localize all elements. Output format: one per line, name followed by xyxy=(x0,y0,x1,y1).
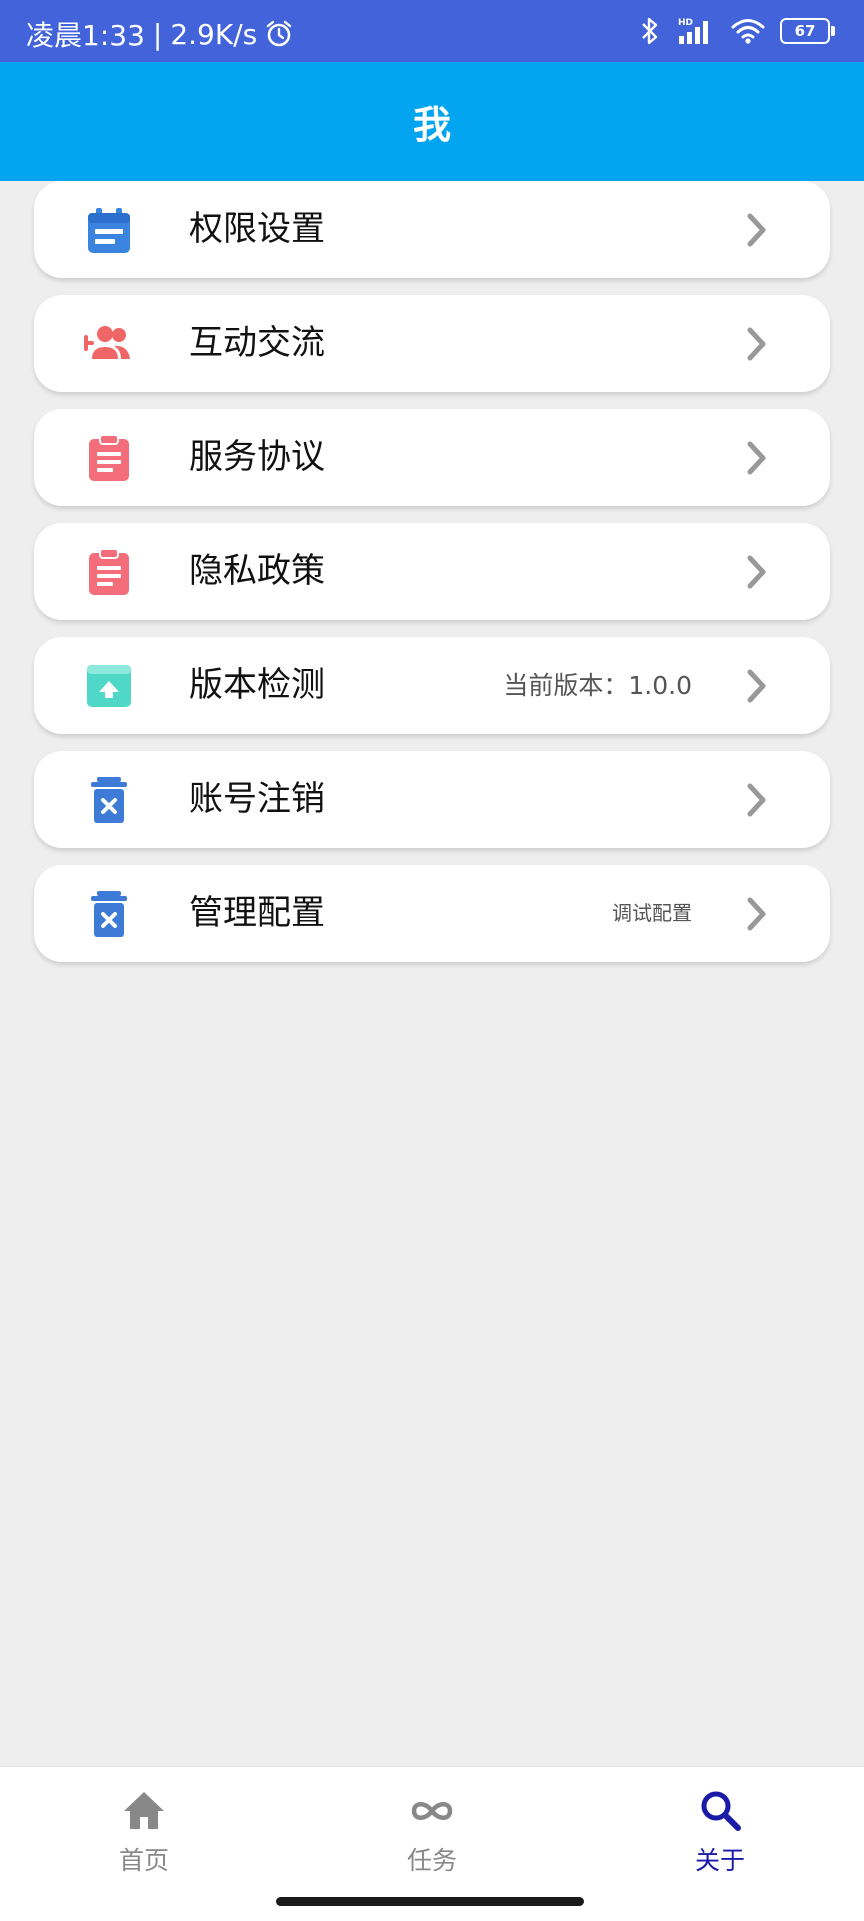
app-bar: 我 xyxy=(0,62,864,181)
menu-item-label: 账号注销 xyxy=(189,779,325,819)
chevron-right-icon xyxy=(747,213,766,247)
menu-item-permissions[interactable]: 权限设置 xyxy=(34,181,830,278)
alarm-icon xyxy=(267,20,292,47)
menu-item-label: 服务协议 xyxy=(189,437,325,477)
menu-item-admin-config[interactable]: 管理配置 调试配置 xyxy=(34,865,830,962)
network-speed: 2.9K/s xyxy=(170,17,258,51)
chevron-right-icon xyxy=(747,897,766,931)
battery-icon: 67 xyxy=(780,18,835,44)
search-icon xyxy=(701,1791,741,1831)
menu-item-delete-account[interactable]: 账号注销 xyxy=(34,751,830,848)
nav-tasks[interactable]: 任务 xyxy=(372,1787,492,1877)
upload-folder-icon xyxy=(87,665,131,707)
menu-item-label: 隐私政策 xyxy=(189,551,325,591)
battery-level: 67 xyxy=(794,22,816,40)
menu-item-interaction[interactable]: 互动交流 xyxy=(34,295,830,392)
signal-icon: HD xyxy=(678,18,708,44)
menu-item-label: 权限设置 xyxy=(189,209,325,249)
nav-home[interactable]: 首页 xyxy=(84,1787,204,1877)
nav-tasks-label: 任务 xyxy=(406,1846,457,1875)
chevron-right-icon xyxy=(747,669,766,703)
infinity-icon xyxy=(411,1802,453,1820)
delete-icon xyxy=(91,891,127,937)
status-separator: | xyxy=(152,17,163,51)
home-icon xyxy=(124,1792,164,1829)
debug-config-text: 调试配置 xyxy=(612,901,692,925)
wifi-icon xyxy=(731,19,765,44)
menu-item-label: 版本检测 xyxy=(189,665,325,705)
add-group-icon xyxy=(84,326,130,359)
status-bar: 凌晨1:33 | 2.9K/s HD 67 xyxy=(0,0,864,62)
network-badge: HD xyxy=(678,18,693,28)
menu-item-service-agreement[interactable]: 服务协议 xyxy=(34,409,830,506)
menu-item-version-check[interactable]: 版本检测 当前版本：1.0.0 xyxy=(34,637,830,734)
clipboard-icon xyxy=(89,548,129,595)
nav-home-label: 首页 xyxy=(118,1846,169,1875)
status-left: 凌晨1:33 | 2.9K/s xyxy=(26,14,293,54)
delete-icon xyxy=(91,777,127,823)
home-indicator[interactable] xyxy=(276,1897,584,1906)
chevron-right-icon xyxy=(747,441,766,475)
chevron-right-icon xyxy=(747,555,766,589)
status-right: HD 67 xyxy=(638,16,835,46)
nav-about[interactable]: 关于 xyxy=(660,1787,780,1877)
bluetooth-icon xyxy=(642,17,658,45)
clipboard-icon xyxy=(89,434,129,481)
menu-item-privacy-policy[interactable]: 隐私政策 xyxy=(34,523,830,620)
calendar-icon xyxy=(88,208,130,253)
status-time: 凌晨1:33 xyxy=(26,19,145,52)
nav-about-label: 关于 xyxy=(694,1846,745,1875)
menu-item-label: 互动交流 xyxy=(189,323,325,363)
current-version-text: 当前版本：1.0.0 xyxy=(503,671,692,700)
chevron-right-icon xyxy=(747,327,766,361)
menu-item-label: 管理配置 xyxy=(189,893,325,933)
chevron-right-icon xyxy=(747,783,766,817)
page-title: 我 xyxy=(412,103,451,147)
